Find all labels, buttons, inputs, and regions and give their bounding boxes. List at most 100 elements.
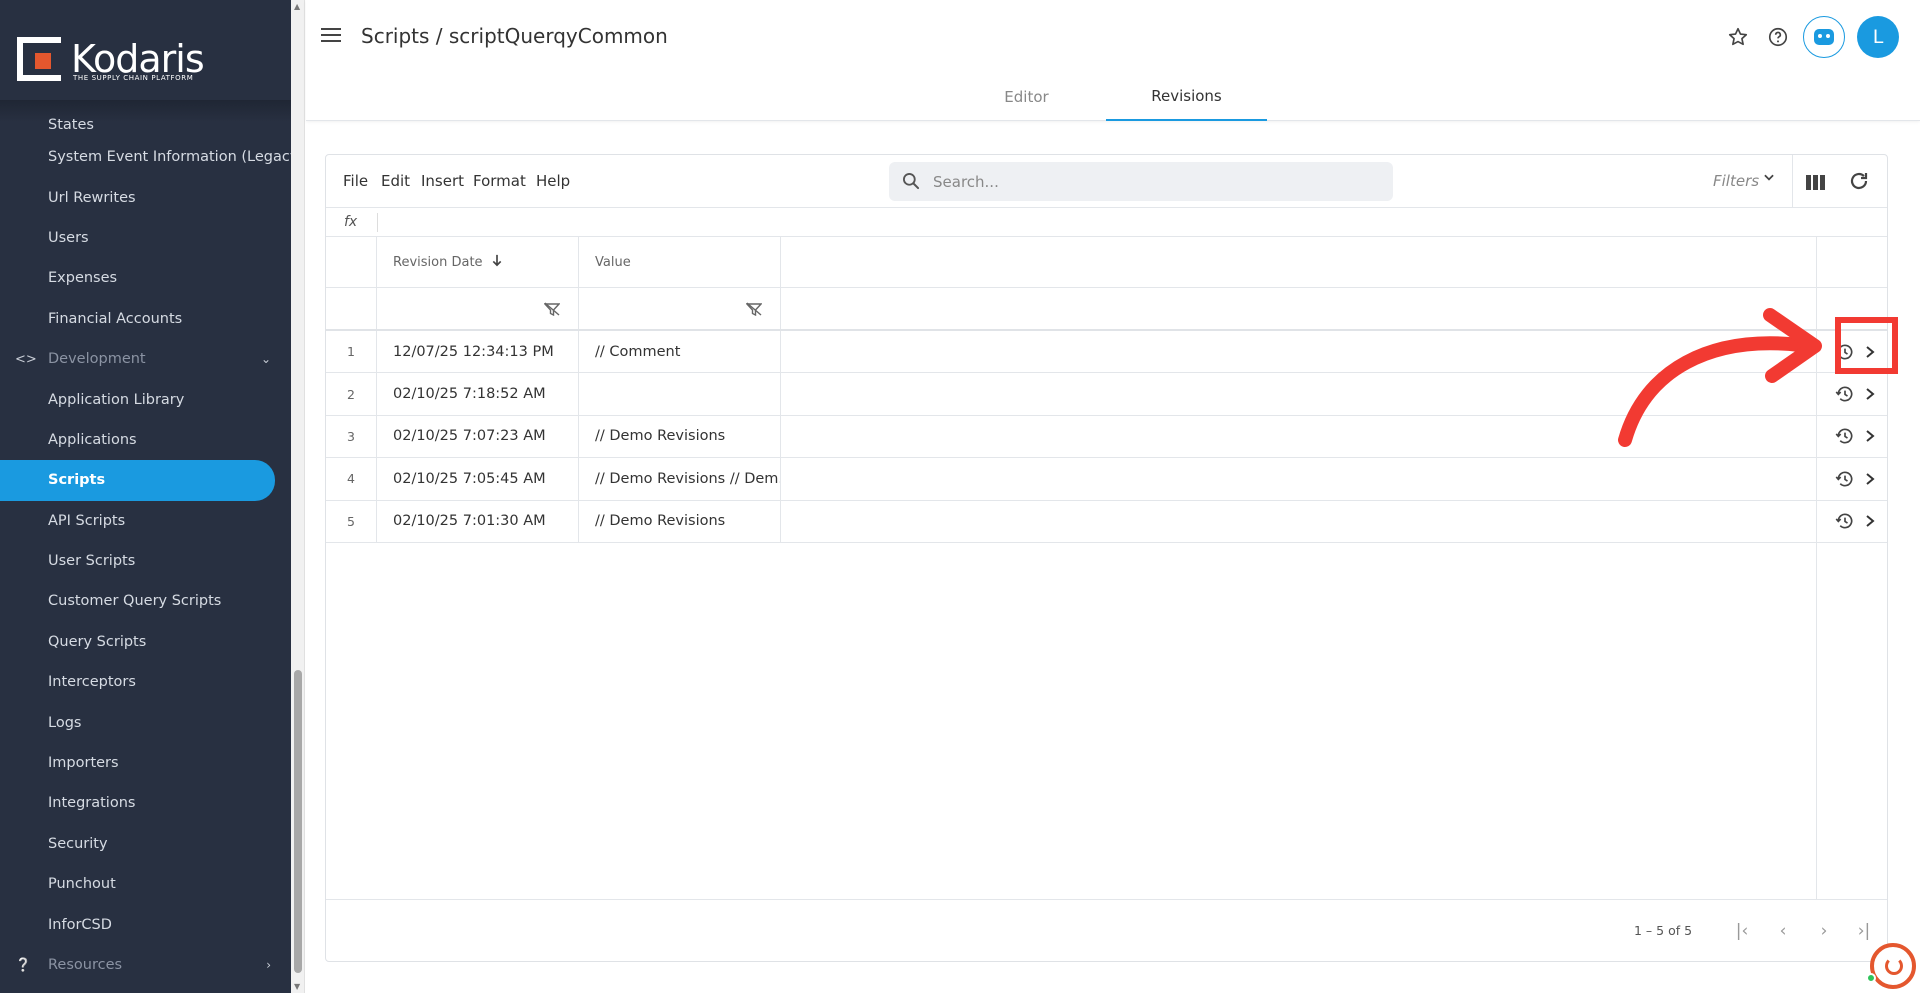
restore-history-icon[interactable]	[1835, 469, 1855, 489]
sidebar-item-importers[interactable]: Importers	[0, 743, 291, 783]
sidebar-item-logs[interactable]: Logs	[0, 702, 291, 742]
robot-icon	[1814, 29, 1834, 45]
help-icon[interactable]	[1763, 22, 1793, 52]
sidebar-item-label: States	[48, 117, 94, 133]
page-title: Scripts / scriptQuerqyCommon	[361, 24, 668, 48]
tab-editor[interactable]: Editor	[946, 72, 1107, 121]
filter-revision-date[interactable]	[377, 288, 579, 329]
value-cell[interactable]: // Comment	[579, 331, 781, 373]
grid-pagination: 1 – 5 of 5 |‹ ‹ › ›|	[326, 899, 1887, 961]
chevron-down-icon: ⌄	[260, 352, 271, 367]
column-header-value[interactable]: Value	[579, 237, 781, 287]
scroll-down-icon[interactable]: ▼	[294, 982, 300, 991]
pagination-info: 1 – 5 of 5	[1634, 923, 1693, 938]
value-cell[interactable]: // Demo Revisions // Dem...	[579, 458, 781, 500]
sidebar-scrollbar[interactable]: ▲ ▼	[291, 0, 305, 993]
logo-tagline: THE SUPPLY CHAIN PLATFORM	[73, 74, 194, 82]
assistant-bot-button[interactable]	[1803, 16, 1845, 58]
kodaris-logo[interactable]: Kodaris THE SUPPLY CHAIN PLATFORM	[17, 36, 207, 82]
avatar[interactable]: L	[1857, 16, 1899, 58]
grid-toolbar: File Edit Insert Format Help Filters	[326, 155, 1887, 208]
sidebar-item-inforcsd[interactable]: InforCSD	[0, 904, 291, 944]
sidebar-item-security[interactable]: Security	[0, 824, 291, 864]
sidebar-section-resources[interactable]: ❔ Resources ›	[0, 945, 291, 985]
sidebar-item-users[interactable]: Users	[0, 218, 291, 258]
sidebar-item-label: Security	[48, 835, 108, 852]
sidebar-item-customer-query-scripts[interactable]: Customer Query Scripts	[0, 581, 291, 621]
revision-date-cell[interactable]: 12/07/25 12:34:13 PM	[377, 331, 579, 373]
sidebar-item-applications[interactable]: Applications	[0, 420, 291, 460]
sidebar-item-query-scripts[interactable]: Query Scripts	[0, 622, 291, 662]
filter-off-icon[interactable]	[746, 301, 762, 316]
star-icon[interactable]	[1723, 22, 1753, 52]
menu-file[interactable]: File	[343, 172, 368, 190]
menu-edit[interactable]: Edit	[381, 172, 410, 190]
tab-revisions[interactable]: Revisions	[1106, 72, 1267, 121]
chevron-right-icon[interactable]	[1864, 472, 1876, 486]
help-circle-icon: ❔	[15, 957, 32, 973]
sidebar-item-api-scripts[interactable]: API Scripts	[0, 501, 291, 541]
scroll-up-icon[interactable]: ▲	[294, 2, 300, 11]
restore-history-icon[interactable]	[1835, 426, 1855, 446]
search-icon	[903, 173, 920, 190]
table-row[interactable]: 4 02/10/25 7:05:45 AM // Demo Revisions …	[326, 458, 1887, 501]
value-cell[interactable]: // Demo Revisions	[579, 415, 781, 458]
chevron-right-icon[interactable]	[1864, 514, 1876, 528]
search-box[interactable]	[889, 162, 1393, 201]
sidebar-item-label: Financial Accounts	[48, 310, 183, 327]
columns-icon[interactable]	[1806, 171, 1828, 193]
revision-date-cell[interactable]: 02/10/25 7:07:23 AM	[377, 415, 579, 458]
row-number: 2	[326, 373, 377, 415]
sidebar-item-label: Users	[48, 229, 89, 246]
filter-off-icon[interactable]	[544, 301, 560, 316]
sidebar-item-states[interactable]: States	[0, 113, 291, 137]
revision-date-cell[interactable]: 02/10/25 7:18:52 AM	[377, 373, 579, 415]
menu-format[interactable]: Format	[473, 172, 526, 190]
revision-date-cell[interactable]: 02/10/25 7:01:30 AM	[377, 500, 579, 542]
sidebar-item-label: Interceptors	[48, 674, 136, 691]
next-page-icon[interactable]: ›	[1813, 920, 1835, 942]
scrollbar-thumb[interactable]	[294, 670, 302, 973]
sidebar-item-expenses[interactable]: Expenses	[0, 258, 291, 298]
formula-label: fx	[344, 214, 358, 230]
sidebar-item-financial-accounts[interactable]: Financial Accounts	[0, 299, 291, 339]
sidebar-item-url-rewrites[interactable]: Url Rewrites	[0, 177, 291, 217]
chat-support-icon[interactable]	[1866, 943, 1916, 989]
logo-mark-icon	[17, 37, 61, 81]
menu-help[interactable]: Help	[536, 172, 570, 190]
value-cell[interactable]: // Demo Revisions	[579, 500, 781, 542]
sidebar-item-label: Expenses	[48, 270, 118, 287]
search-input[interactable]	[933, 162, 1373, 201]
restore-history-icon[interactable]	[1835, 511, 1855, 531]
revision-date-cell[interactable]: 02/10/25 7:05:45 AM	[377, 458, 579, 500]
row-number: 4	[326, 458, 377, 500]
sidebar-item-application-library[interactable]: Application Library	[0, 379, 291, 419]
menu-icon[interactable]	[318, 24, 344, 50]
filter-value[interactable]	[579, 288, 781, 329]
refresh-icon[interactable]	[1847, 169, 1871, 193]
sidebar-item-interceptors[interactable]: Interceptors	[0, 662, 291, 702]
chevron-right-icon[interactable]	[1864, 387, 1876, 401]
sidebar-item-label: Query Scripts	[48, 633, 147, 650]
sidebar-item-label: Importers	[48, 755, 119, 772]
filters-dropdown[interactable]: Filters	[1713, 172, 1759, 190]
restore-history-icon[interactable]	[1835, 384, 1855, 404]
sidebar-item-user-scripts[interactable]: User Scripts	[0, 541, 291, 581]
row-number: 3	[326, 415, 377, 458]
sidebar-item-system-event-information[interactable]: System Event Information (Legacy)	[0, 137, 291, 177]
sidebar-item-integrations[interactable]: Integrations	[0, 783, 291, 823]
previous-page-icon[interactable]: ‹	[1772, 920, 1794, 942]
value-cell[interactable]	[579, 373, 781, 415]
chevron-right-icon[interactable]	[1864, 429, 1876, 443]
first-page-icon[interactable]: |‹	[1731, 920, 1753, 942]
sidebar-section-development[interactable]: <> Development ⌄	[0, 339, 291, 379]
sidebar-item-scripts[interactable]: Scripts	[0, 460, 275, 501]
formula-bar[interactable]: fx	[326, 208, 1887, 237]
sidebar-item-punchout[interactable]: Punchout	[0, 864, 291, 904]
last-page-icon[interactable]: ›|	[1853, 920, 1875, 942]
chevron-down-icon[interactable]	[1762, 170, 1776, 188]
table-row[interactable]: 5 02/10/25 7:01:30 AM // Demo Revisions	[326, 500, 1887, 543]
sidebar-item-label: System Event Information (Legacy)	[48, 149, 291, 166]
menu-insert[interactable]: Insert	[421, 172, 464, 190]
column-header-revision-date[interactable]: Revision Date	[377, 237, 579, 287]
